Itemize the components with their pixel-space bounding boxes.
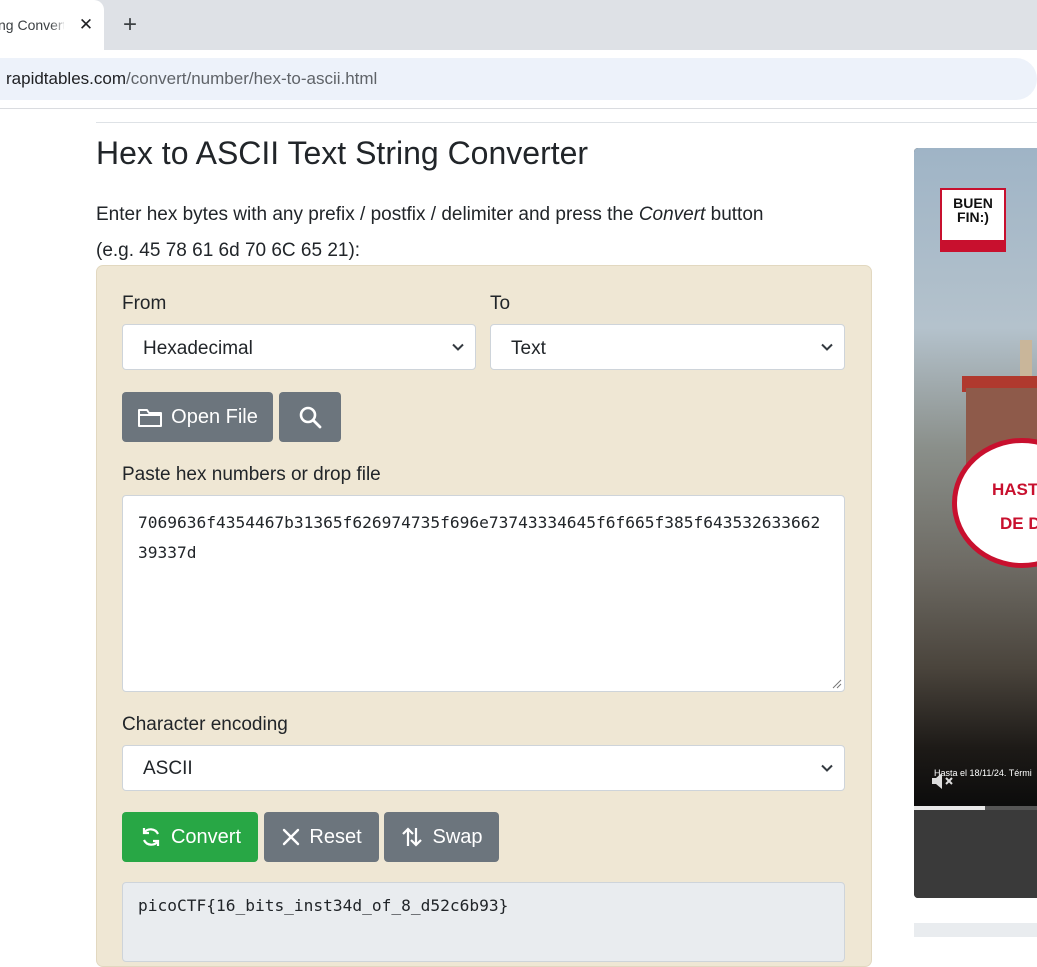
- convert-button[interactable]: Convert: [122, 812, 258, 862]
- url-text[interactable]: rapidtables.com/convert/number/hex-to-as…: [6, 69, 377, 89]
- ad-sign-text-1: HAST: [992, 480, 1037, 499]
- mute-icon[interactable]: [930, 770, 956, 792]
- reset-button[interactable]: Reset: [264, 812, 379, 862]
- to-select[interactable]: Text: [490, 324, 845, 370]
- encoding-select[interactable]: ASCII: [122, 745, 845, 791]
- chevron-down-icon: [452, 343, 464, 351]
- ad-sign-text-2: DE D: [1000, 514, 1037, 533]
- ad-video-frame: HAST DE D BUEN FIN:) Hasta el 18/11/24. T…: [914, 148, 1037, 808]
- ad-tower: [1020, 340, 1032, 380]
- close-icon[interactable]: ✕: [77, 14, 95, 36]
- url-host: rapidtables.com: [6, 69, 127, 88]
- page-title: Hex to ASCII Text String Converter: [96, 135, 589, 171]
- tab-title-fade: [50, 12, 68, 38]
- input-label: Paste hex numbers or drop file: [122, 464, 381, 485]
- hex-input[interactable]: 7069636f4354467b31365f626974735f696e7374…: [122, 495, 845, 692]
- logo-line-2: FIN:): [957, 209, 989, 225]
- url-path: /convert/number/hex-to-ascii.html: [126, 69, 378, 88]
- divider: [96, 122, 1037, 123]
- browser-tab[interactable]: ng Convert ✕: [0, 0, 104, 50]
- ad-controls-area: [914, 810, 1037, 898]
- ad-slot-2: [914, 923, 1037, 937]
- from-select-value: Hexadecimal: [143, 338, 253, 359]
- video-ad[interactable]: HAST DE D BUEN FIN:) Hasta el 18/11/24. T…: [914, 148, 1037, 898]
- search-button[interactable]: [279, 392, 341, 442]
- reset-label: Reset: [309, 825, 362, 848]
- to-label: To: [490, 293, 511, 314]
- instruction-text: Enter hex bytes with any prefix / postfi…: [96, 204, 639, 225]
- buen-fin-logo: BUEN FIN:): [940, 188, 1006, 252]
- browser-tab-bar: ng Convert ✕ +: [0, 0, 1037, 50]
- chevron-down-icon: [821, 764, 833, 772]
- swap-icon: [402, 827, 423, 847]
- to-select-value: Text: [511, 338, 546, 359]
- search-icon: [299, 406, 322, 429]
- resize-grip-icon[interactable]: [832, 679, 842, 689]
- folder-icon: [138, 409, 163, 427]
- refresh-icon: [142, 828, 160, 846]
- instruction-example: (e.g. 45 78 61 6d 70 6C 65 21):: [96, 240, 361, 261]
- plus-icon[interactable]: +: [118, 12, 142, 38]
- convert-label: Convert: [170, 825, 242, 848]
- swap-button[interactable]: Swap: [384, 812, 499, 862]
- hex-input-value: 7069636f4354467b31365f626974735f696e7374…: [138, 513, 821, 562]
- chevron-down-icon: [821, 343, 833, 351]
- instructions: Enter hex bytes with any prefix / postfi…: [96, 197, 856, 269]
- instruction-text-end: button: [705, 204, 764, 225]
- open-file-label: Open File: [171, 405, 258, 428]
- logo-band: [942, 240, 1004, 250]
- from-select[interactable]: Hexadecimal: [122, 324, 476, 370]
- encoding-label: Character encoding: [122, 714, 288, 735]
- open-file-button[interactable]: Open File: [122, 392, 273, 442]
- instruction-convert-word: Convert: [638, 204, 706, 225]
- ad-sign: [952, 438, 1037, 568]
- swap-label: Swap: [432, 825, 483, 848]
- output-value: picoCTF{16_bits_inst34d_of_8_d52c6b93}: [138, 896, 509, 915]
- output-field[interactable]: picoCTF{16_bits_inst34d_of_8_d52c6b93}: [122, 882, 845, 962]
- x-icon: [283, 828, 300, 846]
- encoding-select-value: ASCII: [143, 758, 193, 779]
- from-label: From: [122, 293, 167, 314]
